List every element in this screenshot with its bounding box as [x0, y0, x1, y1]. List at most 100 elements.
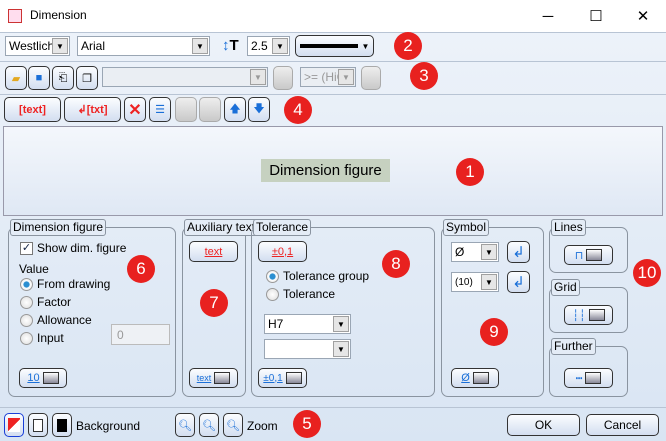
- tolerance-title: Tolerance: [253, 219, 312, 236]
- further-icon: ┅: [575, 372, 583, 385]
- line-sample: [299, 44, 358, 48]
- lines-title: Lines: [551, 219, 586, 236]
- value-label: Value: [19, 262, 49, 276]
- radio-allowance[interactable]: Allowance: [20, 313, 92, 327]
- minimize-button[interactable]: ─: [525, 0, 571, 32]
- input-value-field[interactable]: 0: [111, 324, 170, 345]
- insert-symbol-button[interactable]: ↲: [507, 241, 530, 263]
- style-value: Westlich: [9, 39, 55, 53]
- radio-input[interactable]: Input: [20, 331, 64, 345]
- radio-label: Tolerance group: [283, 269, 370, 283]
- delete-button[interactable]: ✕: [124, 97, 146, 122]
- tolerance-group-select[interactable]: H7 ▼: [264, 314, 351, 334]
- size-value: 2.5: [251, 39, 268, 53]
- disabled-button-2[interactable]: [199, 97, 221, 122]
- auxiliary-text-button[interactable]: text: [189, 241, 238, 262]
- insert-parentheses-button[interactable]: ↲: [507, 271, 530, 293]
- tolerance-settings-button[interactable]: ±0,1: [258, 368, 307, 388]
- title-bar: Dimension ─ ☐ ✕: [0, 0, 666, 32]
- badge-4: 4: [284, 96, 312, 124]
- save-button[interactable]: ■: [28, 66, 50, 90]
- parentheses-value: (10): [455, 276, 473, 288]
- radio-from-drawing[interactable]: From drawing: [20, 277, 110, 291]
- window-title: Dimension: [30, 8, 87, 22]
- symbol-title: Symbol: [443, 219, 490, 236]
- line-style-select[interactable]: ▼: [295, 35, 374, 57]
- dialog-icon: [586, 249, 603, 261]
- dimension-figure-settings-button[interactable]: 10: [19, 368, 67, 388]
- zoom-in-button[interactable]: 🔍︎: [175, 413, 195, 437]
- zoom-fit-button[interactable]: 🔍︎: [223, 413, 243, 437]
- ok-button[interactable]: OK: [507, 414, 580, 436]
- preview-dimension-figure[interactable]: Dimension figure: [261, 159, 390, 182]
- badge-3: 3: [410, 62, 438, 90]
- select-list-icon: ☰: [155, 104, 165, 116]
- paste-button[interactable]: ⎗: [52, 66, 74, 90]
- chevron-down-icon: ▼: [361, 41, 370, 51]
- auxiliary-text-title: Auxiliary text: [184, 219, 259, 236]
- radio-factor[interactable]: Factor: [20, 295, 71, 309]
- folder-open-icon: ▰: [11, 72, 21, 85]
- move-up-button[interactable]: 🡅: [224, 97, 246, 122]
- button-label: Ø: [461, 372, 470, 384]
- badge-7: 7: [200, 289, 228, 317]
- chevron-down-icon: ▼: [250, 69, 266, 85]
- move-down-button[interactable]: 🡇: [248, 97, 270, 122]
- font-value: Arial: [81, 39, 106, 53]
- parentheses-select[interactable]: (10) ▼: [451, 272, 499, 292]
- cancel-button[interactable]: Cancel: [586, 414, 659, 436]
- save-icon: ■: [35, 72, 43, 84]
- dialog-icon: [214, 372, 231, 384]
- background-black-button[interactable]: [52, 413, 72, 437]
- background-color-button[interactable]: [4, 413, 24, 437]
- symbol-value: Ø: [455, 245, 465, 259]
- style-select[interactable]: Westlich ▼: [5, 36, 70, 56]
- grid-settings-button[interactable]: ┆┆: [564, 305, 613, 325]
- size-select[interactable]: 2.5 ▼: [247, 36, 290, 56]
- badge-5: 5: [293, 410, 321, 438]
- badge-8: 8: [382, 250, 410, 278]
- copy-button[interactable]: ❐: [76, 66, 98, 90]
- chevron-down-icon: ▼: [52, 38, 68, 54]
- lines-settings-button[interactable]: ⊓: [564, 245, 613, 265]
- symbol-select[interactable]: Ø ▼: [451, 242, 499, 262]
- insert-text-button[interactable]: ↲[txt]: [64, 97, 121, 122]
- disabled-button-1[interactable]: [175, 97, 197, 122]
- radio-label: From drawing: [37, 277, 111, 291]
- text-button[interactable]: [text]: [4, 97, 61, 122]
- button-label: text: [196, 373, 212, 383]
- chevron-down-icon: ▼: [272, 38, 288, 54]
- further-settings-button[interactable]: ┅: [564, 368, 613, 388]
- filter-apply-button[interactable]: [361, 66, 381, 90]
- tolerance-button[interactable]: ±0,1: [258, 241, 307, 262]
- symbol-settings-button[interactable]: Ø: [451, 368, 499, 388]
- background-white-button[interactable]: [28, 413, 48, 437]
- copy-icon: ❐: [82, 72, 92, 85]
- font-select[interactable]: Arial ▼: [77, 36, 210, 56]
- apply-favorite-button[interactable]: [273, 66, 293, 90]
- chevron-down-icon: ▼: [338, 69, 354, 85]
- dimension-figure-title: Dimension figure: [10, 219, 107, 236]
- zoom-out-button[interactable]: 🔍︎: [199, 413, 219, 437]
- black-swatch-icon: [57, 418, 67, 432]
- tolerance-group-value: H7: [268, 317, 284, 331]
- further-title: Further: [551, 338, 596, 355]
- favorites-select[interactable]: ▼: [102, 67, 268, 87]
- maximize-button[interactable]: ☐: [573, 0, 619, 32]
- open-button[interactable]: ▰: [5, 66, 27, 90]
- auxiliary-text-settings-button[interactable]: text: [189, 368, 238, 388]
- clipboard-icon: ⎗: [58, 71, 68, 84]
- filter-select[interactable]: >= (HiC ▼: [300, 67, 356, 87]
- radio-tolerance[interactable]: Tolerance: [266, 287, 335, 301]
- select-button[interactable]: ☰: [149, 97, 171, 122]
- badge-9: 9: [480, 318, 508, 346]
- show-dim-figure-checkbox[interactable]: ✓ Show dim. figure: [20, 241, 126, 255]
- radio-label: Tolerance: [283, 287, 336, 301]
- zoom-label: Zoom: [247, 419, 278, 433]
- radio-tolerance-group[interactable]: Tolerance group: [266, 269, 369, 283]
- dialog-icon: [585, 372, 602, 384]
- close-button[interactable]: ✕: [620, 0, 666, 32]
- button-label: ±0,1: [263, 372, 283, 384]
- chevron-down-icon: ▼: [481, 274, 497, 290]
- tolerance-second-select[interactable]: ▼: [264, 339, 351, 359]
